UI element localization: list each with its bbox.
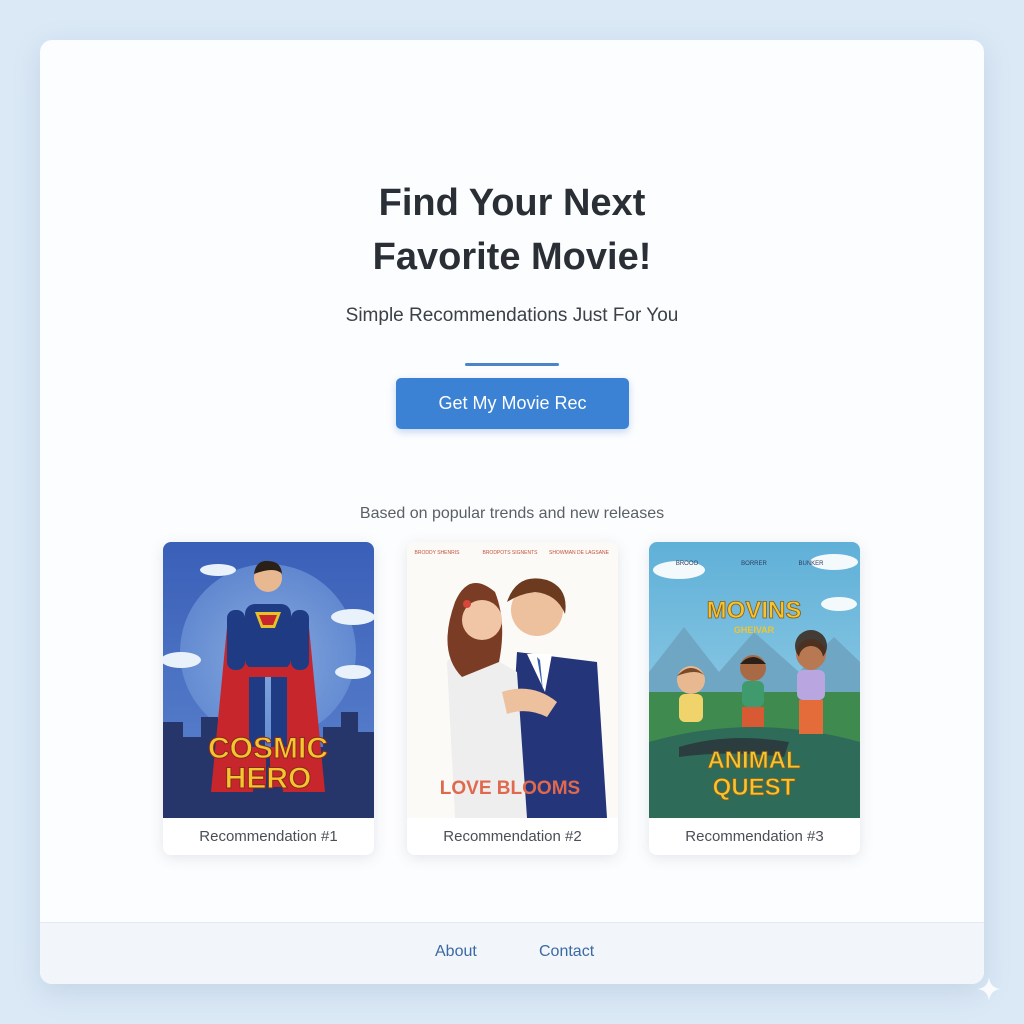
page-title-line-1: Find Your Next — [378, 182, 646, 224]
poster-credit-2: BORRER — [741, 561, 767, 567]
page-subtitle: Simple Recommendations Just For You — [345, 305, 679, 326]
page-title-line-2: Favorite Movie! — [372, 236, 652, 278]
poster-title-line-2: HERO — [225, 762, 312, 795]
main-card: Find Your Next Favorite Movie! Simple Re… — [40, 40, 984, 984]
get-movie-rec-button[interactable]: Get My Movie Rec — [396, 378, 629, 429]
poster-credit-1: BROOO — [676, 561, 699, 567]
poster-animal-quest: BROOO BORRER BUNKER MOVINS GHEIVAR ANIMA… — [649, 542, 860, 818]
poster-credit-2: BRODPOTS SIGNENTS — [482, 550, 538, 556]
poster-title-line-2: QUEST — [713, 774, 796, 801]
recommendation-caption: Recommendation #1 — [199, 828, 338, 845]
page-title: Find Your Next Favorite Movie! — [40, 176, 984, 284]
recommendation-caption: Recommendation #2 — [443, 828, 582, 845]
recommendation-note: Based on popular trends and new releases — [359, 505, 665, 522]
footer-link-contact[interactable]: Contact — [539, 943, 594, 961]
poster-title-line-1: COSMIC — [208, 732, 328, 765]
poster-credit-3: BUNKER — [798, 561, 824, 567]
footer-link-about[interactable]: About — [435, 943, 477, 961]
poster-cosmic-hero: COSMIC HERO — [163, 542, 374, 818]
title-divider — [465, 363, 559, 366]
recommendation-card-1[interactable]: COSMIC HERO Recommendation #1 — [163, 542, 374, 855]
recommendation-card-2[interactable]: BRODDY SHENRIS BRODPOTS SIGNENTS SHOWMAN… — [407, 542, 618, 855]
sparkle-icon — [977, 977, 1001, 1001]
poster-title-line-1: LOVE BLOOMS — [440, 778, 580, 799]
recommendation-caption: Recommendation #3 — [685, 828, 824, 845]
poster-top-title-line-1: MOVINS — [707, 597, 802, 624]
footer: About Contact — [40, 922, 984, 984]
poster-title-line-1: ANIMAL — [707, 747, 800, 774]
poster-love-blooms: BRODDY SHENRIS BRODPOTS SIGNENTS SHOWMAN… — [407, 542, 618, 818]
recommendation-card-3[interactable]: BROOO BORRER BUNKER MOVINS GHEIVAR ANIMA… — [649, 542, 860, 855]
poster-top-title-line-2: GHEIVAR — [734, 625, 775, 635]
poster-credit-3: SHOWMAN DE LAGSANE — [549, 550, 610, 556]
poster-credit-1: BRODDY SHENRIS — [415, 550, 461, 556]
